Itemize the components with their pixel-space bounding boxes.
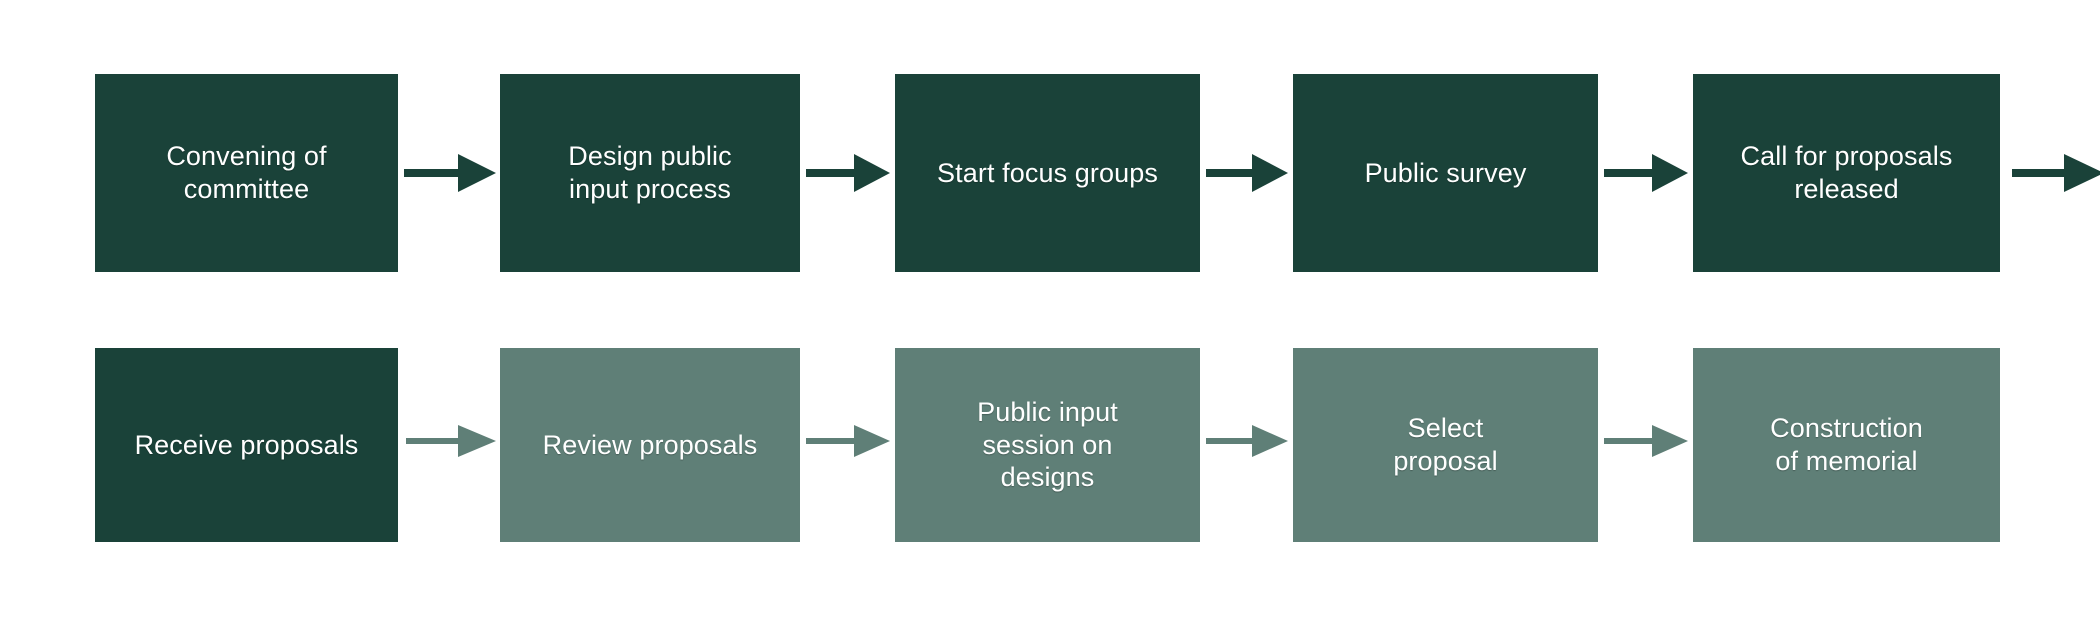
arrow-right-icon: [806, 150, 890, 196]
flow-row-top: Convening of committee Design public inp…: [0, 74, 2100, 272]
arrow-right-icon: [1206, 150, 1288, 196]
process-node-convening-of-committee[interactable]: Convening of committee: [95, 74, 398, 272]
process-node-label: Public survey: [1364, 157, 1527, 188]
process-node-public-input-session-on-designs[interactable]: Public input session on designs: [895, 348, 1200, 542]
process-node-design-public-input-process[interactable]: Design public input process: [500, 74, 800, 272]
process-node-review-proposals[interactable]: Review proposals: [500, 348, 800, 542]
process-node-label: Start focus groups: [937, 157, 1158, 188]
process-node-label: Review proposals: [542, 429, 758, 460]
process-node-label: Receive proposals: [134, 429, 359, 460]
process-node-call-for-proposals-released[interactable]: Call for proposals released: [1693, 74, 2000, 272]
process-node-label: Design public input process: [568, 141, 732, 204]
arrow-right-icon: [1604, 420, 1688, 462]
process-node-select-proposal[interactable]: Select proposal: [1293, 348, 1598, 542]
process-node-label: Public input session on designs: [977, 396, 1118, 493]
process-node-label: Call for proposals released: [1740, 141, 1953, 204]
process-node-public-survey[interactable]: Public survey: [1293, 74, 1598, 272]
process-node-start-focus-groups[interactable]: Start focus groups: [895, 74, 1200, 272]
arrow-right-icon: [1604, 150, 1688, 196]
flowchart-canvas: Convening of committee Design public inp…: [0, 0, 2100, 625]
arrow-right-icon: [806, 420, 890, 462]
flow-row-bottom: Receive proposals Review proposals Publi…: [0, 348, 2100, 542]
arrow-right-icon: [1206, 420, 1288, 462]
process-node-label: Construction of memorial: [1770, 413, 1923, 476]
process-node-label: Convening of committee: [166, 141, 327, 204]
arrow-right-icon: [2012, 150, 2100, 196]
arrow-right-icon: [406, 420, 496, 462]
process-node-construction-of-memorial[interactable]: Construction of memorial: [1693, 348, 2000, 542]
process-node-label: Select proposal: [1393, 413, 1498, 476]
process-node-receive-proposals[interactable]: Receive proposals: [95, 348, 398, 542]
arrow-right-icon: [404, 150, 496, 196]
